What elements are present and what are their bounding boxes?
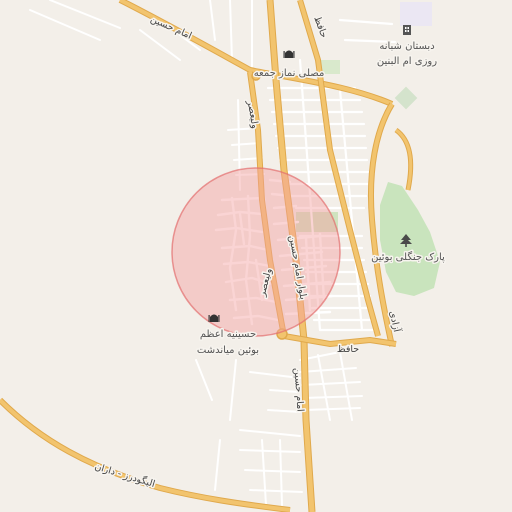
poi-label-line1: دبستان شبانه <box>379 41 434 52</box>
road-label: حافظ <box>337 344 359 355</box>
poi-label: مصلی نماز جمعه <box>254 68 325 79</box>
school-icon <box>403 25 411 35</box>
map-canvas[interactable]: امام حسین حافظ ولیعصر ولیعصر بلوار امام … <box>0 0 512 512</box>
poi-label-line1: حسینیه اعظم <box>200 329 256 340</box>
school-area <box>400 2 432 26</box>
poi-label: پارک جنگلی بوئین <box>371 251 445 263</box>
search-radius-circle[interactable] <box>171 167 341 337</box>
poi-label-line2: روزی ام البنین <box>377 56 437 67</box>
poi-label-line2: بوئین میاندشت <box>197 345 259 356</box>
